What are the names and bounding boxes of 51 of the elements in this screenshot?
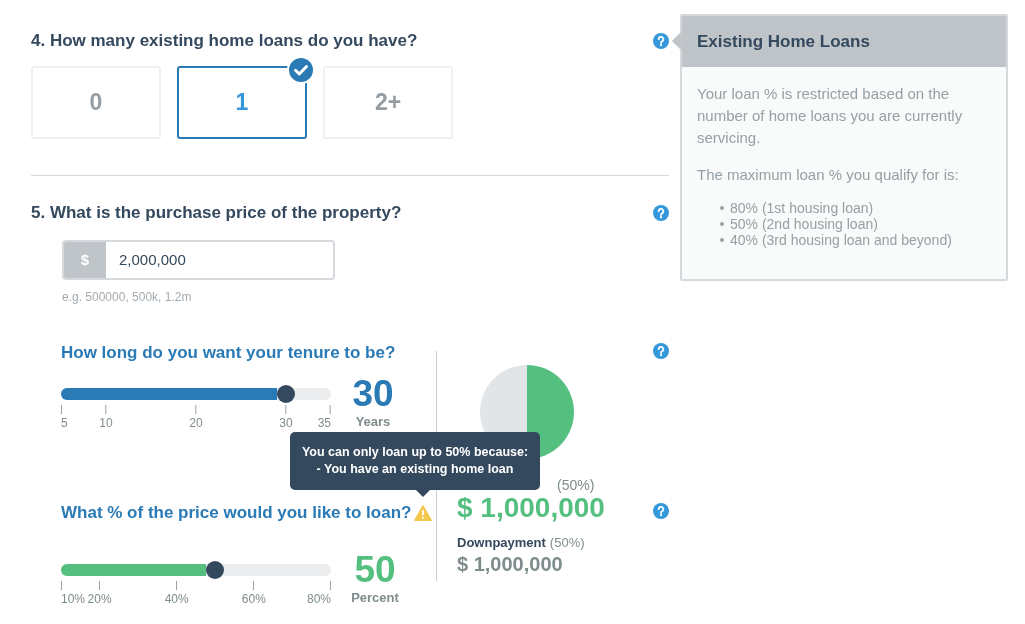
downpayment-share: (50%) [549,534,585,552]
tick-label: 40% [164,592,189,606]
tooltip-text: You can only loan up to 50% because: [301,444,529,461]
unit-label: Percent [351,590,399,606]
tick-label: 80% [306,592,331,606]
price-field[interactable]: $ 2,000,000 [62,240,335,280]
bullet-icon [720,206,724,210]
tick-label: 10 [99,416,113,430]
bullet-text: 50% (2nd housing loan) [730,216,878,232]
tick-mark [61,581,62,590]
popover-paragraph: The maximum loan % you qualify for is: [697,165,960,185]
option-card[interactable]: 2+ [323,66,453,139]
tick-label: 5 [61,416,68,430]
tick-label: 35 [317,416,331,430]
slider-track[interactable] [61,388,331,400]
hint-text: e.g. 500000, 500k, 1.2m [62,290,192,304]
bullet-text: 40% (3rd housing loan and beyond) [730,232,952,248]
slider-thumb[interactable] [206,561,225,579]
slider-track[interactable] [61,564,331,576]
popover-title: Existing Home Loans [697,30,870,53]
help-icon[interactable] [653,343,669,359]
question-label: What % of the price would you like to loan? [61,503,412,523]
help-icon[interactable] [653,33,669,49]
tick-label: 60% [241,592,266,606]
question-label: How long do you want your tenure to be? [61,343,396,363]
loan-amount: $ 1,000,000 [457,494,605,522]
bullet-icon [720,238,724,242]
tick-label: 20% [87,592,112,606]
slider-value: 50 [354,554,396,586]
tick-label: 10% [61,592,86,606]
question-title: 4. How many existing home loans do you have? [31,31,418,51]
check-badge-icon [287,56,315,84]
tick-label: 30 [279,416,293,430]
unit-label: Years [355,414,391,430]
option-card[interactable]: 0 [31,66,161,139]
slider-thumb[interactable] [276,385,295,403]
currency-addon: $ [64,242,106,278]
bullet-text: 80% (1st housing loan) [730,200,874,216]
help-icon[interactable] [653,205,669,221]
slider-value: 30 [352,378,394,410]
warning-icon[interactable] [414,505,433,521]
help-icon[interactable] [653,503,669,519]
tooltip-text: - You have an existing home loan [316,461,514,478]
downpayment-amount: $ 1,000,000 [457,552,563,576]
popover-paragraph: Your loan % is restricted based on the number of home loans you are currently servicing. [697,84,964,148]
bullet-icon [720,222,724,226]
loan-share: (50%) [557,476,595,494]
question-title: 5. What is the purchase price of the property? [31,203,402,223]
tick-label: 20 [189,416,203,430]
tick-mark [61,405,62,414]
downpayment-label: Downpayment [457,534,546,552]
